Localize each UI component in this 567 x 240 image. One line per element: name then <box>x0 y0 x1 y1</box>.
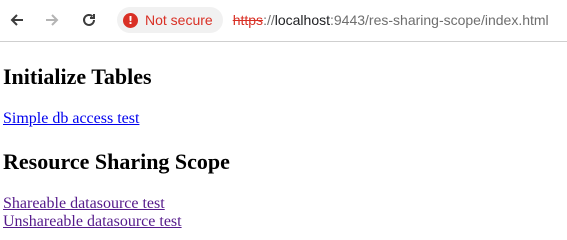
url-scheme: https <box>232 12 264 28</box>
heading-initialize-tables: Initialize Tables <box>3 64 152 89</box>
link-unshareable-datasource-test[interactable]: Unshareable datasource test <box>3 213 182 231</box>
link-simple-db-access-test[interactable]: Simple db access test <box>3 110 139 128</box>
arrow-right-icon <box>46 14 59 26</box>
link-shareable-datasource-test[interactable]: Shareable datasource test <box>3 195 165 213</box>
security-chip[interactable]: ! Not secure <box>117 7 223 33</box>
url-text[interactable]: https://localhost:9443/res-sharing-scope… <box>233 12 549 28</box>
browser-toolbar: ! Not secure https://localhost:9443/res-… <box>0 0 567 42</box>
url-separator: :// <box>263 12 275 28</box>
warning-icon: ! <box>123 12 138 28</box>
arrow-left-icon <box>10 14 23 26</box>
security-chip-label: Not secure <box>145 12 213 28</box>
address-bar[interactable]: ! Not secure https://localhost:9443/res-… <box>115 5 567 35</box>
heading-resource-sharing-scope: Resource Sharing Scope <box>3 149 230 174</box>
reload-icon <box>83 13 95 26</box>
reload-button[interactable] <box>76 7 102 33</box>
url-host: localhost <box>274 12 330 28</box>
back-button[interactable] <box>4 7 30 33</box>
forward-button[interactable] <box>39 7 65 33</box>
url-path: :9443/res-sharing-scope/index.html <box>330 12 549 28</box>
